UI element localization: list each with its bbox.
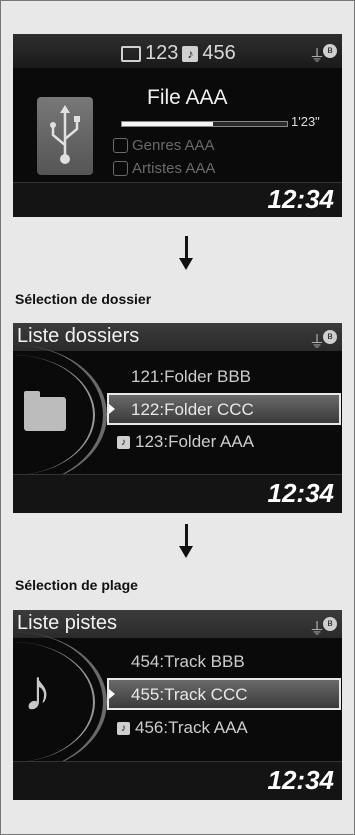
list-item-label: 454:Track BBB <box>131 652 245 671</box>
arrow-down-icon <box>185 524 188 548</box>
list-title: Liste dossiers <box>17 325 140 347</box>
list-item-label: 455:Track CCC <box>131 685 248 704</box>
artist-label: Artistes AAA <box>132 160 216 177</box>
usb-device-icon <box>37 97 93 175</box>
clock: 12:34 <box>267 478 335 508</box>
artist-row: Artistes AAA <box>113 160 215 177</box>
elapsed-time: 1'23" <box>291 114 320 129</box>
bluetooth-icon: ʙ <box>323 44 337 58</box>
usb-status-icon: ⏚ <box>309 334 326 351</box>
track-panel: ♪ <box>13 632 113 772</box>
list-item-selected[interactable]: 455:Track CCC <box>131 685 248 705</box>
list-item-current[interactable]: ♪ 456:Track AAA <box>117 718 248 738</box>
file-name: File AAA <box>147 86 228 109</box>
bluetooth-icon: ʙ <box>323 330 337 344</box>
track-list-screen: Liste pistes ⏚ ʙ ♪ 454:Track BBB 455:Tra… <box>13 610 342 800</box>
folder-icon <box>24 391 66 431</box>
track-count: 456 <box>202 42 236 64</box>
list-item-label: 122:Folder CCC <box>131 400 254 419</box>
clock-bar: 12:34 <box>13 761 342 800</box>
progress-bar <box>121 121 288 127</box>
list-item[interactable]: 121:Folder BBB <box>131 367 251 387</box>
list-title: Liste pistes <box>17 612 118 634</box>
usb-status-icon: ⏚ <box>309 621 326 638</box>
genre-label: Genres AAA <box>132 137 215 154</box>
list-header: Liste pistes ⏚ ʙ <box>13 610 342 638</box>
selection-pointer-icon <box>109 404 115 414</box>
bluetooth-icon: ʙ <box>323 617 337 631</box>
list-item-label: 123:Folder AAA <box>135 432 255 451</box>
list-header: Liste dossiers ⏚ ʙ <box>13 323 342 351</box>
genre-icon <box>113 138 128 153</box>
progress-fill <box>122 122 213 126</box>
clock-bar: 12:34 <box>13 182 342 217</box>
list-item-current[interactable]: ♪ 123:Folder AAA <box>117 432 254 452</box>
list-item-label: 456:Track AAA <box>135 718 248 737</box>
usb-status-icon: ⏚ <box>309 48 326 65</box>
genre-row: Genres AAA <box>113 137 215 154</box>
folder-icon <box>121 45 141 62</box>
arrowhead-icon <box>179 546 193 558</box>
music-note-icon: ♪ <box>117 435 130 449</box>
clock: 12:34 <box>267 184 335 214</box>
folder-track-count: 123 ♪ 456 <box>121 42 236 65</box>
now-playing-screen: 123 ♪ 456 ⏚ ʙ File AAA 1'23" Genres AAA … <box>13 34 342 217</box>
caption-folder-selection: Sélection de dossier <box>15 291 152 307</box>
folder-panel <box>13 345 113 485</box>
artist-icon <box>113 161 128 176</box>
clock: 12:34 <box>267 765 335 795</box>
folder-list-screen: Liste dossiers ⏚ ʙ 121:Folder BBB 122:Fo… <box>13 323 342 513</box>
music-note-icon: ♪ <box>182 45 199 62</box>
music-note-icon: ♪ <box>23 658 52 723</box>
clock-bar: 12:34 <box>13 474 342 513</box>
arrow-down-icon <box>185 236 188 260</box>
selection-pointer-icon <box>109 689 115 699</box>
caption-track-selection: Sélection de plage <box>15 577 138 593</box>
arrowhead-icon <box>179 258 193 270</box>
status-bar: 123 ♪ 456 ⏚ ʙ <box>13 34 342 68</box>
list-item[interactable]: 454:Track BBB <box>131 652 245 672</box>
list-item-selected[interactable]: 122:Folder CCC <box>131 400 254 420</box>
folder-count: 123 <box>145 42 179 64</box>
music-note-icon: ♪ <box>117 721 130 735</box>
list-item-label: 121:Folder BBB <box>131 367 252 386</box>
